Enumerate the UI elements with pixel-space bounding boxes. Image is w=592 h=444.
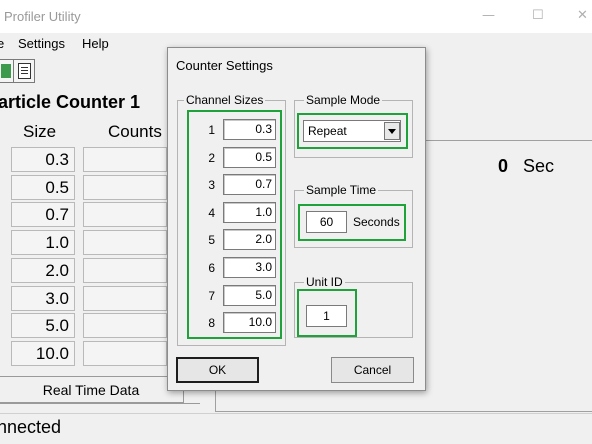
- tab-realtime-data[interactable]: Real Time Data: [0, 376, 184, 403]
- channel-number: 8: [208, 316, 215, 331]
- count-cell: [83, 174, 167, 200]
- channel-number: 2: [208, 150, 215, 165]
- maximize-icon[interactable]: ☐: [532, 8, 544, 23]
- unit-id-label: Unit ID: [304, 275, 345, 289]
- menu-help[interactable]: Help: [82, 36, 109, 51]
- size-cell: 0.5: [11, 174, 75, 200]
- ok-button[interactable]: OK: [176, 357, 259, 383]
- count-cell: [83, 147, 167, 172]
- unit-id-input[interactable]: 1: [306, 305, 347, 327]
- sample-time-label: Sample Time: [304, 183, 379, 197]
- size-cell: 2.0: [11, 257, 75, 283]
- channel-sizes-label: Channel Sizes: [184, 93, 266, 107]
- channel-size-input[interactable]: 0.5: [223, 146, 276, 168]
- channel-number: 3: [208, 178, 215, 193]
- tab-divider: [0, 403, 200, 404]
- channel-size-input[interactable]: 2.0: [223, 229, 276, 251]
- menu-file[interactable]: e: [0, 36, 4, 51]
- size-cell: 0.3: [11, 147, 75, 172]
- sample-time-unit: Seconds: [353, 215, 400, 229]
- size-cell: 1.0: [11, 230, 75, 256]
- channel-size-input[interactable]: 1.0: [223, 201, 276, 223]
- counter-title: article Counter 1: [0, 92, 141, 112]
- size-cell: 3.0: [11, 285, 75, 311]
- sample-mode-label: Sample Mode: [304, 93, 383, 107]
- dialog-title: Counter Settings: [176, 58, 273, 73]
- channel-size-input[interactable]: 0.3: [223, 119, 276, 140]
- size-cell: 0.7: [11, 202, 75, 228]
- channel-size-input[interactable]: 0.7: [223, 174, 276, 196]
- channel-number: 6: [208, 261, 215, 275]
- count-cell: [83, 202, 167, 228]
- count-cell: [83, 313, 167, 339]
- size-cell: 10.0: [11, 340, 75, 366]
- count-cell: [83, 230, 167, 256]
- minimize-icon[interactable]: —: [482, 8, 495, 23]
- cancel-button[interactable]: Cancel: [331, 357, 414, 383]
- channel-number: 7: [208, 288, 215, 303]
- connection-status: nnected: [0, 417, 62, 437]
- timer-value: 0: [497, 156, 508, 176]
- channel-number: 1: [208, 123, 215, 137]
- document-properties-icon: [18, 63, 31, 79]
- count-cell: [83, 340, 167, 366]
- channel-number: 5: [208, 233, 215, 248]
- green-icon: [1, 64, 11, 78]
- channel-size-input[interactable]: 10.0: [223, 312, 276, 334]
- title-bar: [0, 0, 592, 33]
- app-title: Profiler Utility: [4, 9, 81, 24]
- count-cell: [83, 257, 167, 283]
- chevron-down-icon[interactable]: [384, 122, 400, 140]
- menu-settings[interactable]: Settings: [18, 36, 65, 51]
- size-cell: 5.0: [11, 313, 75, 339]
- timer-unit: Sec: [523, 156, 555, 176]
- status-bar: [0, 413, 592, 444]
- counts-header: Counts: [108, 122, 162, 141]
- channel-size-input[interactable]: 5.0: [223, 284, 276, 306]
- channel-number: 4: [208, 205, 215, 220]
- sample-mode-value: Repeat: [308, 124, 347, 138]
- channel-size-input[interactable]: 3.0: [223, 257, 276, 278]
- sample-time-input[interactable]: 60: [306, 211, 347, 233]
- count-cell: [83, 285, 167, 311]
- size-header: Size: [23, 122, 57, 141]
- close-icon[interactable]: ✕: [577, 8, 588, 23]
- toolbar-button-2[interactable]: [13, 59, 35, 83]
